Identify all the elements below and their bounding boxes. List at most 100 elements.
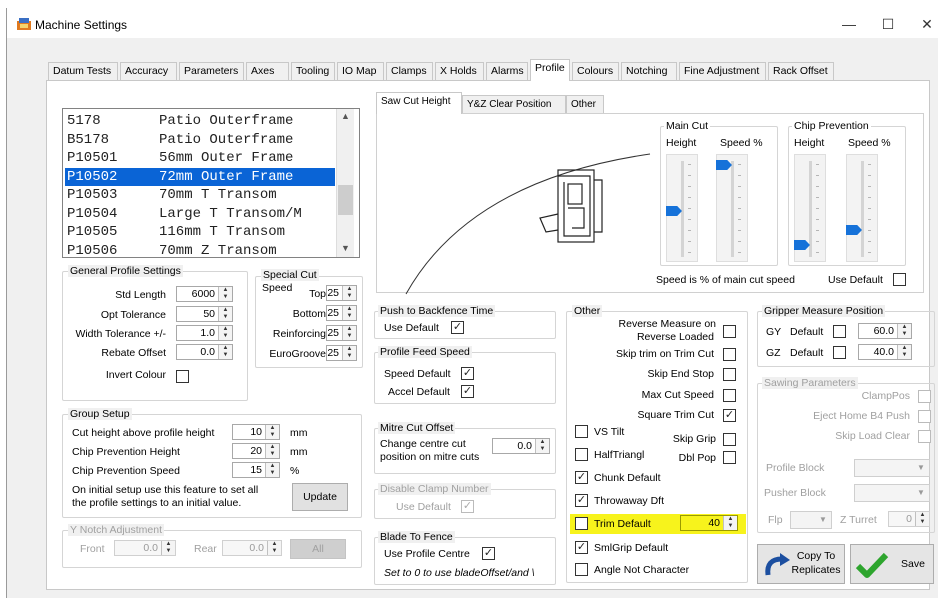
opt-tolerance-input[interactable]: 50 ▲ ▼ — [176, 306, 233, 322]
main-cut-speed-slider[interactable] — [716, 154, 748, 262]
spin-icon[interactable]: ▲ ▼ — [897, 324, 911, 338]
spin-icon[interactable]: ▲ ▼ — [723, 516, 737, 530]
spin-icon[interactable]: ▲ ▼ — [265, 425, 279, 439]
spin-icon[interactable]: ▲ ▼ — [218, 287, 232, 301]
rebate-offset-input[interactable]: 0.0 ▲ ▼ — [176, 344, 233, 360]
profile-list-item[interactable]: P10505 116mm T Transom — [67, 223, 337, 241]
cut-height-input[interactable]: 10 ▲ ▼ — [232, 424, 280, 440]
mitre-offset-input[interactable]: 0.0 ▲ ▼ — [492, 438, 550, 454]
smlgrip-checkbox[interactable]: ✓ — [575, 541, 588, 554]
trim-default-input[interactable]: 40 ▲ ▼ — [680, 515, 738, 531]
subtab-other[interactable]: Other — [566, 95, 604, 113]
spin-icon[interactable]: ▲ ▼ — [265, 444, 279, 458]
update-button[interactable]: Update — [292, 483, 348, 511]
gz-input[interactable]: 40.0 ▲ ▼ — [858, 344, 912, 360]
spin-icon[interactable]: ▲ ▼ — [265, 463, 279, 477]
speed-default-checkbox[interactable]: ✓ — [461, 367, 474, 380]
scroll-down-icon[interactable]: ▼ — [341, 243, 350, 253]
accel-default-checkbox[interactable]: ✓ — [461, 385, 474, 398]
slider-tick — [738, 208, 741, 209]
profile-list-item[interactable]: P10501 56mm Outer Frame — [67, 149, 337, 167]
spin-icon[interactable]: ▲ ▼ — [535, 439, 549, 453]
use-default-checkbox[interactable] — [893, 273, 906, 286]
tab-alarms[interactable]: Alarms — [486, 62, 528, 80]
tab-colours[interactable]: Colours — [572, 62, 619, 80]
invert-colour-checkbox[interactable] — [176, 370, 189, 383]
chip-speed-input[interactable]: 15 ▲ ▼ — [232, 462, 280, 478]
spin-icon[interactable]: ▲ ▼ — [218, 326, 232, 340]
chip-prevention-speed-slider[interactable] — [846, 154, 878, 262]
trim-default-checkbox[interactable] — [575, 517, 588, 530]
profile-list[interactable]: 5178 Patio Outerframe B5178 Patio Outerfram… — [62, 108, 360, 258]
slider-tick — [688, 219, 691, 220]
skip-grip-checkbox[interactable] — [723, 433, 736, 446]
tab-profile[interactable]: Profile — [530, 59, 570, 81]
push-backfence-checkbox[interactable]: ✓ — [451, 321, 464, 334]
tab-notching[interactable]: Notching — [621, 62, 677, 80]
tab-axes[interactable]: Axes — [246, 62, 289, 80]
profile-list-item[interactable]: P10506 70mm Z Transom — [67, 242, 337, 258]
spin-icon[interactable]: ▲ ▼ — [218, 345, 232, 359]
cut-height-label: Cut height above profile height — [72, 427, 215, 439]
scroll-up-icon[interactable]: ▲ — [341, 111, 350, 121]
vs-tilt-checkbox[interactable] — [575, 425, 588, 438]
dbl-pop-checkbox[interactable] — [723, 451, 736, 464]
scroll-thumb[interactable] — [338, 185, 353, 215]
spin-icon[interactable]: ▲ ▼ — [342, 346, 356, 360]
gy-input[interactable]: 60.0 ▲ ▼ — [858, 323, 912, 339]
slider-tick — [816, 241, 819, 242]
max-cut-speed-checkbox[interactable] — [723, 389, 736, 402]
slider-tick — [688, 175, 691, 176]
spin-icon[interactable]: ▲ ▼ — [342, 286, 356, 300]
tab-accuracy[interactable]: Accuracy — [120, 62, 177, 80]
profile-list-item[interactable]: 5178 Patio Outerframe — [67, 112, 337, 130]
gz-default-checkbox[interactable] — [833, 346, 846, 359]
tab-x-holds[interactable]: X Holds — [435, 62, 484, 80]
subtab-y-z-clear-position[interactable]: Y&Z Clear Position — [462, 95, 566, 113]
gy-default-checkbox[interactable] — [833, 325, 846, 338]
bottom-speed-input[interactable]: 25 ▲ ▼ — [326, 305, 357, 321]
square-trim-checkbox[interactable]: ✓ — [723, 409, 736, 422]
angle-not-character-checkbox[interactable] — [575, 563, 588, 576]
rear-value: 0.0 — [249, 542, 264, 554]
profile-list-item[interactable]: P10502 72mm Outer Frame — [65, 167, 335, 186]
spin-icon[interactable]: ▲ ▼ — [342, 326, 356, 340]
chunk-default-checkbox[interactable]: ✓ — [575, 471, 588, 484]
throwaway-checkbox[interactable]: ✓ — [575, 494, 588, 507]
spin-icon[interactable]: ▲ ▼ — [342, 306, 356, 320]
spin-icon[interactable]: ▲ ▼ — [897, 345, 911, 359]
chip-height-input[interactable]: 20 ▲ ▼ — [232, 443, 280, 459]
std-length-input[interactable]: 6000 ▲ ▼ — [176, 286, 233, 302]
reverse-measure-checkbox[interactable] — [723, 325, 736, 338]
max-cut-speed-label: Max Cut Speed — [641, 389, 714, 401]
skip-end-stop-checkbox[interactable] — [723, 368, 736, 381]
use-profile-centre-checkbox[interactable]: ✓ — [482, 547, 495, 560]
slider-tick — [688, 186, 691, 187]
maximize-button[interactable]: ☐ — [873, 14, 903, 34]
tab-io-map[interactable]: IO Map — [337, 62, 384, 80]
profile-list-item[interactable]: B5178 Patio Outerframe — [67, 131, 337, 149]
half-triangl-checkbox[interactable] — [575, 448, 588, 461]
top-speed-input[interactable]: 25 ▲ ▼ — [326, 285, 357, 301]
subtab-saw-cut-height[interactable]: Saw Cut Height — [376, 92, 462, 114]
eurogroove-speed-input[interactable]: 25 ▲ ▼ — [326, 345, 357, 361]
tab-parameters[interactable]: Parameters — [179, 62, 244, 80]
spin-icon[interactable]: ▲ ▼ — [218, 307, 232, 321]
minimize-button[interactable]: — — [834, 14, 864, 34]
copy-to-replicates-button[interactable]: Copy To Replicates — [757, 544, 845, 584]
tab-datum-tests[interactable]: Datum Tests — [48, 62, 118, 80]
profile-list-item[interactable]: P10504 Large T Transom/M — [67, 205, 337, 223]
disable-clamp-use-default-label: Use Default — [396, 501, 451, 513]
profile-list-item[interactable]: P10503 70mm T Transom — [67, 186, 337, 204]
tab-rack-offset[interactable]: Rack Offset — [768, 62, 834, 80]
close-button[interactable]: ✕ — [912, 14, 938, 34]
tab-clamps[interactable]: Clamps — [386, 62, 433, 80]
tab-tooling[interactable]: Tooling — [291, 62, 335, 80]
slider-tick — [868, 175, 871, 176]
tab-fine-adjustment[interactable]: Fine Adjustment — [679, 62, 766, 80]
save-button[interactable]: Save — [850, 544, 934, 584]
reinforcing-speed-input[interactable]: 25 ▲ ▼ — [326, 325, 357, 341]
width-tolerance-input[interactable]: 1.0 ▲ ▼ — [176, 325, 233, 341]
skip-trim-checkbox[interactable] — [723, 348, 736, 361]
profile-list-scrollbar[interactable]: ▲ ▼ — [336, 109, 354, 257]
